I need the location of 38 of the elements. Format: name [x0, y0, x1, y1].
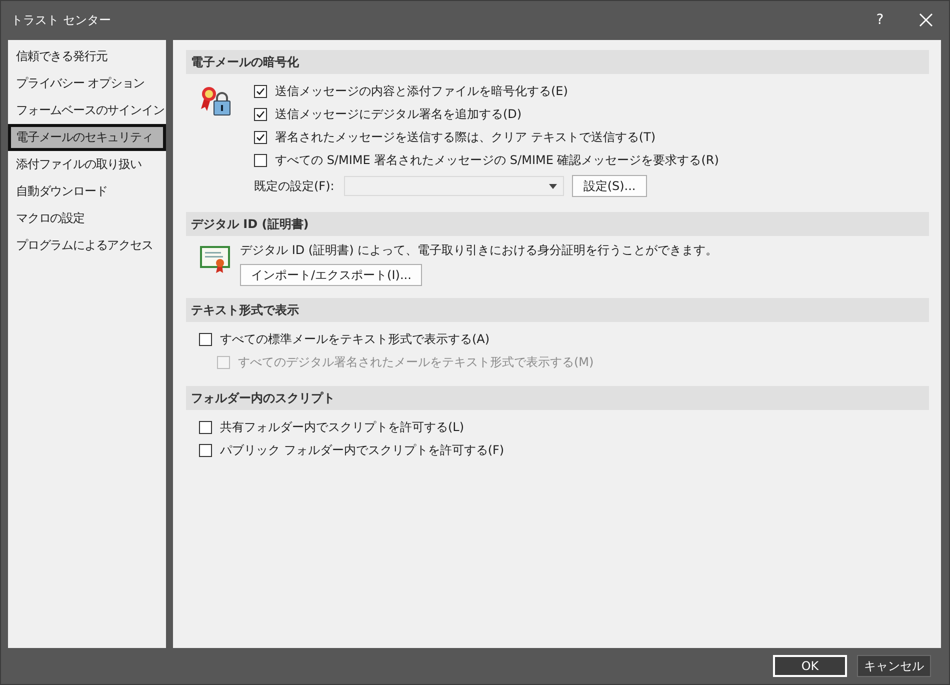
section-header: 電子メールの暗号化: [186, 50, 929, 74]
certificate-icon: [200, 244, 230, 274]
checkbox-label[interactable]: 送信メッセージの内容と添付ファイルを暗号化する(E): [275, 83, 568, 100]
sidebar-item[interactable]: プライバシー オプション: [8, 70, 166, 97]
settings-button[interactable]: 設定(S)...: [572, 175, 647, 197]
section-header: デジタル ID (証明書): [186, 212, 929, 236]
checkbox[interactable]: [199, 421, 212, 434]
digital-id-description: デジタル ID (証明書) によって、電子取り引きにおける身分証明を行うことができます。: [240, 242, 718, 259]
checkbox-label[interactable]: すべての S/MIME 署名されたメッセージの S/MIME 確認メッセージを要求する(R): [275, 152, 719, 169]
checkbox[interactable]: [199, 444, 212, 457]
sidebar-item[interactable]: 自動ダウンロード: [8, 178, 166, 205]
checkbox-label[interactable]: すべての標準メールをテキスト形式で表示する(A): [220, 331, 490, 348]
dialog-button[interactable]: キャンセル: [857, 655, 931, 677]
window-title: トラスト センター: [11, 12, 112, 28]
checkbox[interactable]: [199, 333, 212, 346]
sidebar-item[interactable]: プログラムによるアクセス: [8, 232, 166, 259]
sidebar-item[interactable]: マクロの設定: [8, 205, 166, 232]
default-setting-label: 既定の設定(F):: [254, 178, 334, 194]
close-icon[interactable]: [919, 13, 933, 27]
sidebar-item[interactable]: 添付ファイルの取り扱い: [8, 151, 166, 178]
checkbox[interactable]: [254, 154, 267, 167]
checkbox[interactable]: [254, 108, 267, 121]
checkbox-label[interactable]: 共有フォルダー内でスクリプトを許可する(L): [220, 419, 464, 436]
sidebar-item[interactable]: 信頼できる発行元: [8, 43, 166, 70]
help-button[interactable]: ?: [857, 12, 903, 28]
sidebar-item[interactable]: 電子メールのセキュリティ: [8, 124, 166, 151]
checkbox-label[interactable]: 送信メッセージにデジタル署名を追加する(D): [275, 106, 522, 123]
section-header: テキスト形式で表示: [186, 298, 929, 322]
section-header: フォルダー内のスクリプト: [186, 386, 929, 410]
dialog-button[interactable]: OK: [773, 655, 847, 677]
certificate-lock-icon: [200, 85, 232, 117]
checkbox-label[interactable]: 署名されたメッセージを送信する際は、クリア テキストで送信する(T): [275, 129, 656, 146]
checkbox-label[interactable]: パブリック フォルダー内でスクリプトを許可する(F): [220, 442, 504, 459]
caret-icon: [549, 184, 558, 188]
import-export-button[interactable]: インポート/エクスポート(I)...: [240, 264, 422, 286]
sidebar-item[interactable]: フォームベースのサインイン: [8, 97, 166, 124]
checkbox[interactable]: [254, 85, 267, 98]
checkbox[interactable]: [254, 131, 267, 144]
